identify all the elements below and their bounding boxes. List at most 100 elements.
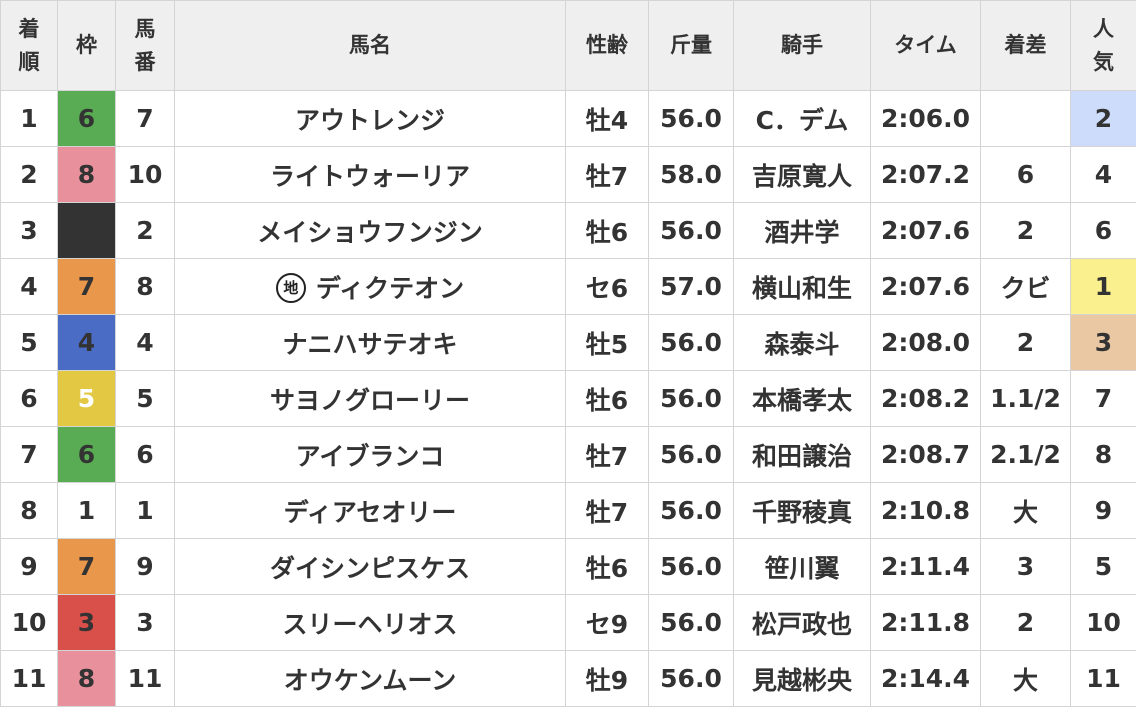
rank-cell: 5 bbox=[1, 315, 58, 371]
table-row: 544ナニハサテオキ牡556.0森泰斗2:08.023 bbox=[1, 315, 1136, 371]
sex-age-cell: 牡7 bbox=[566, 483, 649, 539]
horse-number-cell: 8 bbox=[116, 259, 175, 315]
margin-cell: 2 bbox=[981, 315, 1071, 371]
table-row: 811ディアセオリー牡756.0千野稜真2:10.8大9 bbox=[1, 483, 1136, 539]
horse-name-link[interactable]: スリーヘリオス bbox=[175, 595, 566, 651]
rank-cell: 8 bbox=[1, 483, 58, 539]
table-row: 11811オウケンムーン牡956.0見越彬央2:14.4大11 bbox=[1, 651, 1136, 707]
horse-name-text: ダイシンピスケス bbox=[270, 554, 470, 583]
horse-number-cell: 4 bbox=[116, 315, 175, 371]
time-cell: 2:11.8 bbox=[871, 595, 981, 651]
horse-name-link[interactable]: ライトウォーリア bbox=[175, 147, 566, 203]
frame-number-badge: 7 bbox=[58, 259, 116, 315]
jockey-link[interactable]: 千野稜真 bbox=[734, 483, 871, 539]
jockey-link[interactable]: 和田譲治 bbox=[734, 427, 871, 483]
table-row: 1033スリーヘリオスセ956.0松戸政也2:11.8210 bbox=[1, 595, 1136, 651]
header-margin: 着差 bbox=[981, 1, 1071, 91]
rank-cell: 6 bbox=[1, 371, 58, 427]
jockey-link[interactable]: C．デム bbox=[734, 91, 871, 147]
sex-age-cell: 牡9 bbox=[566, 651, 649, 707]
weight-cell: 56.0 bbox=[649, 483, 734, 539]
margin-cell bbox=[981, 91, 1071, 147]
header-weight: 斤量 bbox=[649, 1, 734, 91]
horse-number-cell: 7 bbox=[116, 91, 175, 147]
horse-number-cell: 11 bbox=[116, 651, 175, 707]
frame-number-badge: 5 bbox=[58, 371, 116, 427]
header-popularity: 人 気 bbox=[1071, 1, 1136, 91]
header-jockey: 騎手 bbox=[734, 1, 871, 91]
sex-age-cell: セ6 bbox=[566, 259, 649, 315]
horse-name-text: ディアセオリー bbox=[284, 498, 457, 527]
horse-name-link[interactable]: アウトレンジ bbox=[175, 91, 566, 147]
popularity-cell: 9 bbox=[1071, 483, 1136, 539]
weight-cell: 56.0 bbox=[649, 651, 734, 707]
rank-cell: 9 bbox=[1, 539, 58, 595]
popularity-cell: 10 bbox=[1071, 595, 1136, 651]
weight-cell: 56.0 bbox=[649, 203, 734, 259]
horse-name-text: アウトレンジ bbox=[295, 106, 445, 135]
jockey-link[interactable]: 森泰斗 bbox=[734, 315, 871, 371]
horse-number-cell: 1 bbox=[116, 483, 175, 539]
jockey-link[interactable]: 見越彬央 bbox=[734, 651, 871, 707]
weight-cell: 56.0 bbox=[649, 371, 734, 427]
frame-number-badge: 8 bbox=[58, 147, 116, 203]
horse-number-cell: 2 bbox=[116, 203, 175, 259]
horse-name-link[interactable]: メイショウフンジン bbox=[175, 203, 566, 259]
frame-number-badge: 8 bbox=[58, 651, 116, 707]
horse-name-text: ライトウォーリア bbox=[270, 162, 470, 191]
jockey-link[interactable]: 酒井学 bbox=[734, 203, 871, 259]
table-row: 655サヨノグローリー牡656.0本橋孝太2:08.21.1/27 bbox=[1, 371, 1136, 427]
jockey-link[interactable]: 笹川翼 bbox=[734, 539, 871, 595]
horse-name-link[interactable]: オウケンムーン bbox=[175, 651, 566, 707]
time-cell: 2:08.2 bbox=[871, 371, 981, 427]
sex-age-cell: 牡6 bbox=[566, 539, 649, 595]
time-cell: 2:11.4 bbox=[871, 539, 981, 595]
horse-name-link[interactable]: アイブランコ bbox=[175, 427, 566, 483]
horse-name-link[interactable]: 地ディクテオン bbox=[175, 259, 566, 315]
time-cell: 2:10.8 bbox=[871, 483, 981, 539]
horse-number-cell: 5 bbox=[116, 371, 175, 427]
margin-cell: クビ bbox=[981, 259, 1071, 315]
horse-name-link[interactable]: ダイシンピスケス bbox=[175, 539, 566, 595]
header-rank: 着 順 bbox=[1, 1, 58, 91]
jockey-link[interactable]: 吉原寛人 bbox=[734, 147, 871, 203]
popularity-cell: 8 bbox=[1071, 427, 1136, 483]
header-sex-age: 性齢 bbox=[566, 1, 649, 91]
horse-number-cell: 3 bbox=[116, 595, 175, 651]
horse-name-link[interactable]: サヨノグローリー bbox=[175, 371, 566, 427]
horse-name-link[interactable]: ディアセオリー bbox=[175, 483, 566, 539]
weight-cell: 58.0 bbox=[649, 147, 734, 203]
margin-cell: 6 bbox=[981, 147, 1071, 203]
rank-cell: 11 bbox=[1, 651, 58, 707]
horse-name-link[interactable]: ナニハサテオキ bbox=[175, 315, 566, 371]
horse-name-text: メイショウフンジン bbox=[257, 218, 483, 247]
table-row: 766アイブランコ牡756.0和田譲治2:08.72.1/28 bbox=[1, 427, 1136, 483]
table-row: 167アウトレンジ牡456.0C．デム2:06.02 bbox=[1, 91, 1136, 147]
popularity-cell: 1 bbox=[1071, 259, 1136, 315]
frame-number-badge: 1 bbox=[58, 483, 116, 539]
table-row: 322メイショウフンジン牡656.0酒井学2:07.626 bbox=[1, 203, 1136, 259]
rank-cell: 10 bbox=[1, 595, 58, 651]
weight-cell: 56.0 bbox=[649, 595, 734, 651]
time-cell: 2:06.0 bbox=[871, 91, 981, 147]
rank-cell: 1 bbox=[1, 91, 58, 147]
jockey-link[interactable]: 横山和生 bbox=[734, 259, 871, 315]
header-row: 着 順 枠 馬 番 馬名 性齢 斤量 騎手 タイム 着差 人 気 bbox=[1, 1, 1136, 91]
margin-cell: 2 bbox=[981, 203, 1071, 259]
horse-number-cell: 9 bbox=[116, 539, 175, 595]
margin-cell: 3 bbox=[981, 539, 1071, 595]
horse-name-text: ディクテオン bbox=[316, 274, 464, 303]
header-number: 馬 番 bbox=[116, 1, 175, 91]
rank-cell: 2 bbox=[1, 147, 58, 203]
local-horse-icon: 地 bbox=[276, 273, 306, 303]
horse-number-cell: 10 bbox=[116, 147, 175, 203]
jockey-link[interactable]: 本橋孝太 bbox=[734, 371, 871, 427]
sex-age-cell: 牡6 bbox=[566, 371, 649, 427]
weight-cell: 56.0 bbox=[649, 427, 734, 483]
margin-cell: 2.1/2 bbox=[981, 427, 1071, 483]
sex-age-cell: 牡7 bbox=[566, 147, 649, 203]
results-body: 167アウトレンジ牡456.0C．デム2:06.022810ライトウォーリア牡7… bbox=[1, 91, 1136, 707]
time-cell: 2:08.0 bbox=[871, 315, 981, 371]
jockey-link[interactable]: 松戸政也 bbox=[734, 595, 871, 651]
popularity-cell: 2 bbox=[1071, 91, 1136, 147]
